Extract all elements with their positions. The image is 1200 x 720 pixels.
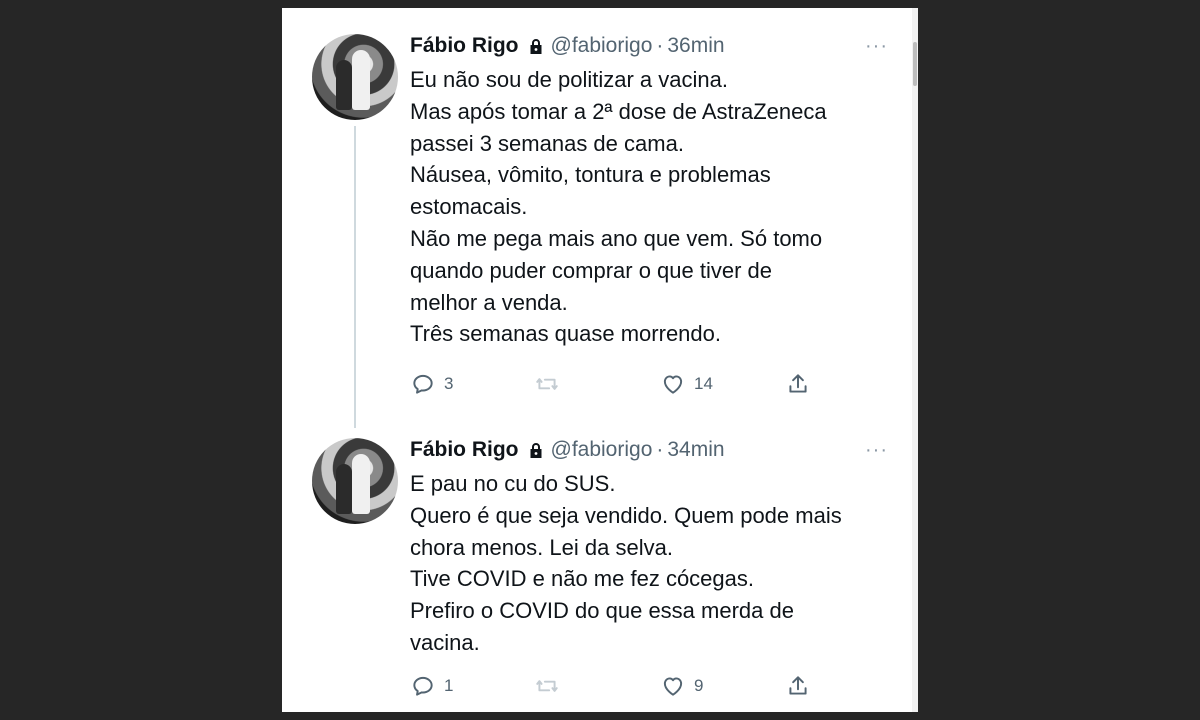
like-button[interactable]: 14 bbox=[660, 366, 713, 402]
like-icon bbox=[663, 375, 683, 394]
reply-button[interactable]: 3 bbox=[410, 366, 453, 402]
avatar[interactable] bbox=[312, 438, 398, 524]
tweet-text-line: chora menos. Lei da selva. bbox=[410, 534, 673, 560]
tweet-text: E pau no cu do SUS. Quero é que seja ven… bbox=[410, 468, 888, 659]
retweet-icon bbox=[536, 378, 558, 390]
tweet-content: Fábio Rigo @fabiorigo · 34min ··· E pau … bbox=[410, 436, 888, 659]
tweet-header: Fábio Rigo @fabiorigo · 34min ··· bbox=[410, 436, 888, 464]
more-icon[interactable]: ··· bbox=[852, 32, 888, 60]
avatar-figure bbox=[352, 454, 370, 514]
thread-connector-line bbox=[354, 126, 356, 428]
like-count: 14 bbox=[694, 374, 713, 393]
tweet-text-line: Não me pega mais ano que vem. Só tomo bbox=[410, 225, 823, 251]
author-name[interactable]: Fábio Rigo bbox=[410, 438, 519, 462]
scrollbar[interactable] bbox=[912, 8, 918, 712]
reply-icon bbox=[413, 374, 433, 394]
tweet-timestamp[interactable]: 36min bbox=[667, 34, 724, 58]
author-name[interactable]: Fábio Rigo bbox=[410, 34, 519, 58]
tweet-text-line: Náusea, vômito, tontura e problemas bbox=[410, 162, 771, 188]
more-icon[interactable]: ··· bbox=[852, 436, 888, 464]
tweet-text-line: Mas após tomar a 2ª dose de AstraZeneca bbox=[410, 98, 827, 124]
tweet-text-line: quando puder comprar o que tiver de bbox=[410, 257, 773, 283]
share-button[interactable] bbox=[785, 668, 811, 704]
tweet-text-line: passei 3 semanas de cama. bbox=[410, 130, 684, 156]
author-handle[interactable]: @fabiorigo bbox=[551, 34, 653, 58]
tweet[interactable]: Fábio Rigo @fabiorigo · 34min ··· E pau … bbox=[282, 428, 912, 712]
reply-button[interactable]: 1 bbox=[410, 668, 453, 704]
tweet-actions: 1 9 bbox=[410, 668, 830, 704]
avatar[interactable] bbox=[312, 34, 398, 120]
separator-dot: · bbox=[656, 438, 664, 461]
tweet-text-line: Tive COVID e não me fez cócegas. bbox=[410, 566, 754, 592]
scrollbar-thumb[interactable] bbox=[913, 42, 917, 86]
lock-icon bbox=[527, 441, 545, 459]
like-count: 9 bbox=[694, 676, 704, 695]
retweet-button[interactable] bbox=[534, 366, 560, 402]
tweet-text-line: Eu não sou de politizar a vacina. bbox=[410, 67, 728, 92]
tweet-text-line: Três semanas quase morrendo. bbox=[410, 321, 721, 347]
retweet-icon bbox=[536, 680, 558, 692]
like-button[interactable]: 9 bbox=[660, 668, 703, 704]
avatar-figure bbox=[336, 60, 352, 110]
tweet[interactable]: Fábio Rigo @fabiorigo · 36min ··· Eu não… bbox=[282, 8, 912, 428]
avatar-figure bbox=[336, 464, 352, 514]
lock-icon bbox=[527, 37, 545, 55]
reply-count: 1 bbox=[444, 676, 454, 695]
author-handle[interactable]: @fabiorigo bbox=[551, 438, 653, 462]
avatar-figure bbox=[352, 50, 370, 110]
share-icon bbox=[789, 676, 807, 695]
tweet-timestamp[interactable]: 34min bbox=[667, 438, 724, 462]
retweet-button[interactable] bbox=[534, 668, 560, 704]
tweet-actions: 3 14 bbox=[410, 366, 830, 402]
like-icon bbox=[663, 677, 683, 696]
tweet-text-line: Prefiro o COVID do que essa merda de bbox=[410, 598, 794, 624]
tweet-text-line: Quero é que seja vendido. Quem pode mais bbox=[410, 502, 842, 528]
share-icon bbox=[789, 374, 807, 393]
tweet-text-line: vacina. bbox=[410, 629, 480, 655]
tweet-thread-card: Fábio Rigo @fabiorigo · 36min ··· Eu não… bbox=[282, 8, 918, 712]
share-button[interactable] bbox=[785, 366, 811, 402]
reply-count: 3 bbox=[444, 374, 454, 393]
separator-dot: · bbox=[656, 34, 664, 57]
reply-icon bbox=[413, 676, 433, 696]
tweet-text-line: E pau no cu do SUS. bbox=[410, 471, 616, 496]
tweet-text-line: estomacais. bbox=[410, 194, 528, 220]
tweet-text: Eu não sou de politizar a vacina. Mas ap… bbox=[410, 64, 888, 350]
tweet-content: Fábio Rigo @fabiorigo · 36min ··· Eu não… bbox=[410, 32, 888, 350]
tweet-header: Fábio Rigo @fabiorigo · 36min ··· bbox=[410, 32, 888, 60]
tweet-text-line: melhor a venda. bbox=[410, 289, 568, 315]
